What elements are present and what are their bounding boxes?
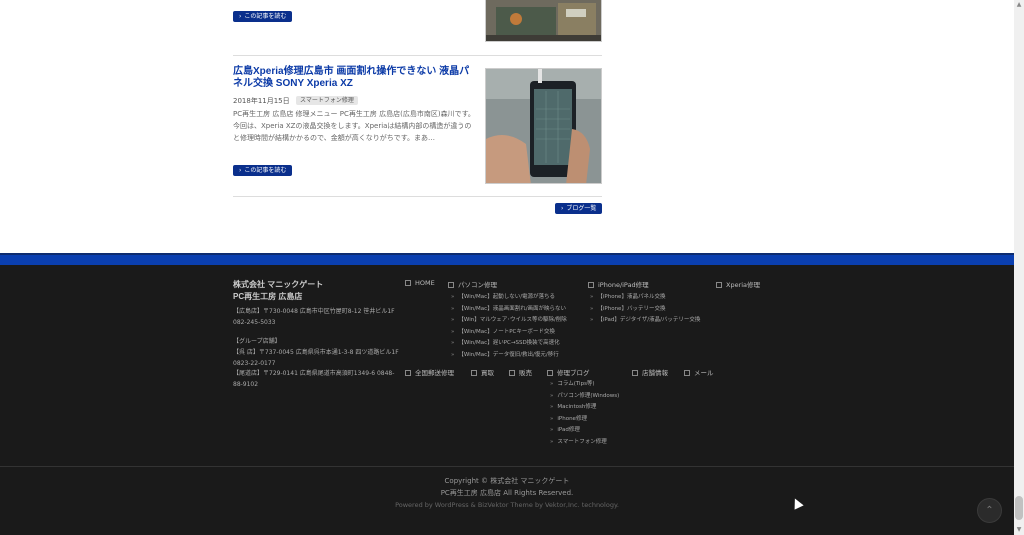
nav-label: メール [694,369,714,377]
footer-nav-xperia-repair[interactable]: Xperia修理 [716,279,760,289]
pc-repair-item-ssd[interactable]: 【Win/Mac】遅いPC→SSD換装で高速化 [451,338,567,350]
nav-label: Xperia修理 [726,281,761,289]
post-category-badge[interactable]: スマートフォン修理 [296,96,358,105]
blog-item-mac[interactable]: Macintosh修理 [550,402,619,414]
page-scrollbar[interactable]: ▲ ▼ [1014,0,1024,535]
iphone-item-lcd[interactable]: 【iPhone】液晶パネル交換 [590,292,700,304]
blog-item-iphone[interactable]: iPhone修理 [550,414,619,426]
checkbox-icon [632,370,638,376]
previous-post-read-more-button[interactable]: この記事を読む [233,11,293,22]
checkbox-icon [405,370,411,376]
blog-item-ipad[interactable]: iPad修理 [550,425,619,437]
post-title[interactable]: 広島Xperia修理広島市 画面割れ操作できない 液晶パネル交換 SONY Xp… [233,66,478,90]
pc-repair-item-keyboard[interactable]: 【Win/Mac】ノートPCキーボード交換 [451,327,567,339]
checkbox-icon [471,370,477,376]
scroll-up-arrow-icon[interactable]: ▲ [1015,1,1023,9]
checkbox-icon [448,282,454,288]
footer: 株式会社 マニックゲート PC再生工房 広島店 【広島店】〒730-0048 広… [0,265,1014,535]
pc-repair-item-screen[interactable]: 【Win/Mac】液晶画面割れ/画面が映らない [451,304,567,316]
powered-by[interactable]: Powered by WordPress & BizVektor Theme b… [0,501,1014,509]
ipad-item-digitizer[interactable]: 【iPad】デジタイザ/液晶/バッテリー交換 [590,315,700,327]
pc-repair-sublist: 【Win/Mac】起動しない/電源が落ちる 【Win/Mac】液晶画面割れ/画面… [451,292,567,362]
footer-band [0,253,1014,265]
iphone-item-battery[interactable]: 【iPhone】バッテリー交換 [590,304,700,316]
footer-nav-iphone-ipad-repair[interactable]: iPhone/iPad修理 [588,279,649,289]
company-name: 株式会社 マニックゲート [233,280,324,289]
scrollbar-thumb[interactable] [1015,496,1023,520]
scroll-down-arrow-icon[interactable]: ▼ [1015,526,1023,534]
checkbox-icon [405,280,411,286]
footer-nav-sell[interactable]: 販売 [509,367,532,377]
nav-label: iPhone/iPad修理 [598,281,649,289]
main-content: この記事を読む 広島Xperia修理広島市 画面割れ操作できない 液晶パネル交換… [0,0,1014,253]
footer-nav-home[interactable]: HOME [405,279,435,287]
blog-item-column[interactable]: コラム(Tips等) [550,379,619,391]
checkbox-icon [547,370,553,376]
nav-label: パソコン修理 [458,281,497,289]
checkbox-icon [716,282,722,288]
blog-sublist: コラム(Tips等) パソコン修理(Windows) Macintosh修理 i… [550,379,619,448]
footer-nav-mail[interactable]: メール [684,367,714,377]
post-excerpt: PC再生工房 広島店 修理メニュー PC再生工房 広島店(広島市南区)森川です。… [233,110,475,142]
checkbox-icon [509,370,515,376]
nav-label: HOME [415,279,435,287]
footer-nav-nationwide-repair[interactable]: 全国郵送修理 [405,367,454,377]
previous-post-thumbnail[interactable] [485,0,602,42]
nav-label: 全国郵送修理 [415,369,454,377]
chevron-up-icon: ⌃ [985,505,994,516]
footer-nav-pc-repair[interactable]: パソコン修理 [448,279,497,289]
address-hiroshima: 【広島店】〒730-0048 広島市中区竹屋町8-12 笹井ビル1F 082-2… [233,308,395,326]
back-to-top-button[interactable]: ⌃ [977,498,1002,523]
blog-item-pc-windows[interactable]: パソコン修理(Windows) [550,391,619,403]
nav-label: 店舗情報 [642,369,668,377]
copyright-line-1: Copyright © 株式会社 マニックゲート [444,477,570,485]
footer-nav-buy[interactable]: 買取 [471,367,494,377]
post-date: 2018年11月15日 [233,97,290,105]
address-kure: 【呉 店】〒737-0045 広島県呉市本通1-3-8 四ツ道路ビル1F 082… [233,349,399,367]
checkbox-icon [684,370,690,376]
checkbox-icon [588,282,594,288]
post-thumbnail[interactable] [485,68,602,184]
iphone-sublist: 【iPhone】液晶パネル交換 【iPhone】バッテリー交換 【iPad】デジ… [590,292,700,327]
blog-list-button[interactable]: ブログ一覧 [555,203,603,214]
blog-item-smartphone[interactable]: スマートフォン修理 [550,437,619,449]
nav-label: 買取 [481,369,494,377]
nav-label: 修理ブログ [557,369,590,377]
pc-repair-item-boot[interactable]: 【Win/Mac】起動しない/電源が落ちる [451,292,567,304]
group-heading: 【グループ店舗】 [233,338,281,345]
store-name: PC再生工房 広島店 [233,292,303,301]
address-onomichi: 【尾道店】〒729-0141 広島県尾道市高須町1349-6 0848-88-9… [233,370,395,388]
nav-label: 販売 [519,369,532,377]
pc-repair-item-data[interactable]: 【Win/Mac】データ復旧/救出/復元/移行 [451,350,567,362]
post-read-more-button[interactable]: この記事を読む [233,165,293,176]
copyright-line-2: PC再生工房 広島店 All Rights Reserved. [440,489,574,497]
footer-nav-store-info[interactable]: 店舗情報 [632,367,668,377]
footer-nav-repair-blog[interactable]: 修理ブログ [547,367,590,377]
divider [233,55,602,56]
divider [233,196,602,197]
footer-company: 株式会社 マニックゲート PC再生工房 広島店 [233,279,323,303]
footer-divider [0,466,1014,467]
pc-repair-item-malware[interactable]: 【Win】マルウェア･ウイルス等の駆除/削除 [451,315,566,327]
